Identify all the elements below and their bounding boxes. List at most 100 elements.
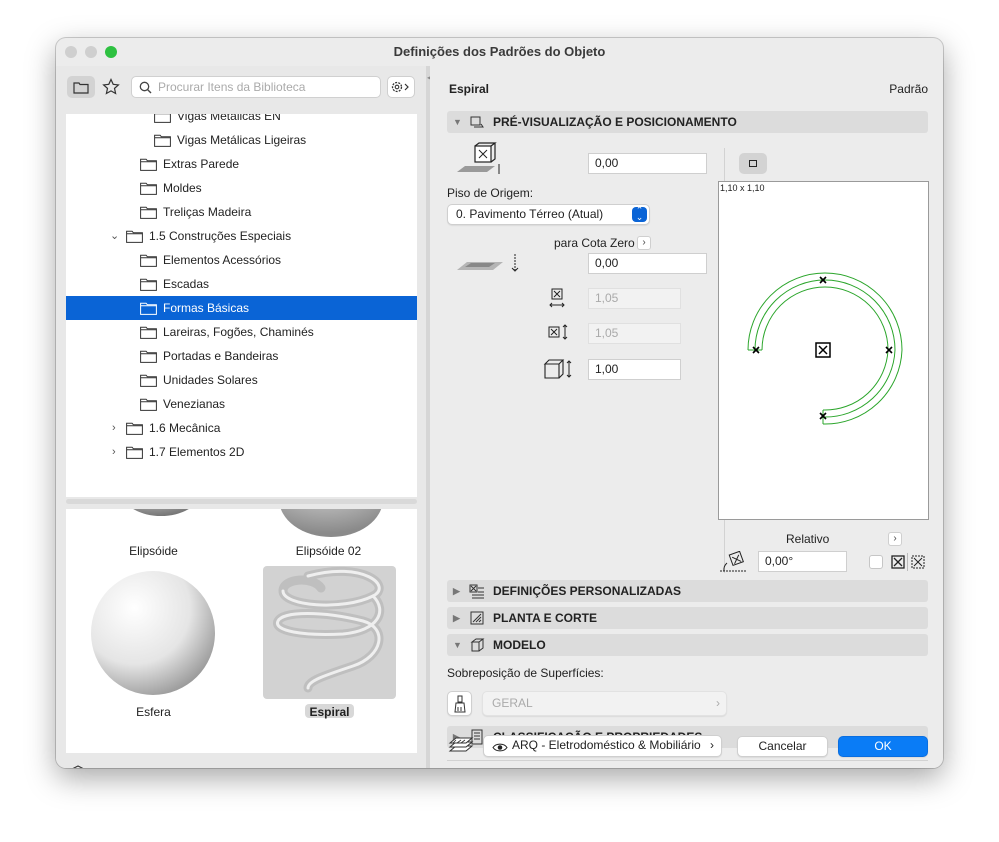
offset-field[interactable]: 0,00: [588, 253, 707, 274]
horizontal-scrollbar[interactable]: [66, 499, 417, 504]
rotation-angle-icon: [720, 551, 746, 572]
folder-icon: [140, 254, 157, 267]
elevation-icon: [457, 142, 500, 174]
elevation-field[interactable]: 0,00: [588, 153, 707, 174]
chevron-down-icon[interactable]: ⌄: [110, 224, 119, 248]
folder-icon: [126, 422, 143, 435]
tree-item[interactable]: Vigas Metálicas EN: [66, 114, 417, 128]
tree-item[interactable]: Portadas e Bandeiras: [66, 344, 417, 368]
chevron-right-icon: ›: [710, 738, 714, 752]
section-plan-header[interactable]: ▶ PLANTA E CORTE: [447, 607, 928, 629]
chevron-right-icon[interactable]: ›: [112, 416, 116, 440]
spiral-thumbnail-selected[interactable]: [263, 566, 396, 699]
plan-view-button[interactable]: [739, 153, 767, 174]
triangle-down-icon: ▼: [453, 640, 462, 650]
surface-override-label: Sobreposição de Superfícies:: [447, 666, 604, 680]
layers-icon: [448, 737, 474, 752]
ellipsoid-02-thumbnail[interactable]: [276, 509, 386, 539]
tree-item[interactable]: Escadas: [66, 272, 417, 296]
folder-icon: [140, 182, 157, 195]
gear-icon: [391, 81, 409, 93]
chevron-right-icon[interactable]: ›: [637, 236, 651, 250]
window-title: Definições dos Padrões do Objeto: [393, 44, 606, 59]
tree-item-selected[interactable]: Formas Básicas: [66, 296, 417, 320]
mirror-checkbox[interactable]: [869, 555, 883, 569]
tree-item[interactable]: Treliças Madeira: [66, 200, 417, 224]
triangle-down-icon: ▼: [453, 117, 462, 127]
tree-item[interactable]: Elementos Acessórios: [66, 248, 417, 272]
thumbnail-label-selected: Espiral: [309, 705, 350, 719]
eye-icon: [492, 740, 508, 759]
tree-item[interactable]: Extras Parede: [66, 152, 417, 176]
folder-icon: [140, 278, 157, 291]
custom-settings-icon: [469, 584, 484, 599]
tree-item[interactable]: Vigas Metálicas Ligeiras: [66, 128, 417, 152]
offset-icon: [457, 254, 519, 272]
sphere-thumbnail[interactable]: [89, 569, 217, 697]
separator: [907, 553, 908, 571]
square-icon: [749, 160, 757, 167]
library-manager-button[interactable]: [66, 762, 92, 768]
width-field[interactable]: 1,05: [588, 288, 681, 309]
tree-item[interactable]: Venezianas: [66, 392, 417, 416]
select-arrows-icon: ⌃ ⌄: [632, 206, 647, 222]
search-icon: [139, 81, 152, 94]
separator: [447, 760, 928, 761]
cancel-button[interactable]: Cancelar: [737, 736, 828, 757]
panel-splitter[interactable]: [66, 497, 417, 509]
folder-icon: [154, 114, 171, 123]
folder-view-button[interactable]: [67, 76, 95, 98]
folder-icon: [140, 302, 157, 315]
ellipsoid-thumbnail[interactable]: [121, 509, 201, 519]
tree-item[interactable]: Lareiras, Fogões, Chaminés: [66, 320, 417, 344]
model-icon: [470, 638, 485, 652]
plan-section-icon: [470, 611, 484, 625]
library-search-input[interactable]: Procurar Itens da Biblioteca: [131, 76, 381, 98]
chevron-right-icon[interactable]: ›: [112, 440, 116, 464]
chevron-right-icon[interactable]: ›: [888, 532, 902, 546]
tree-item[interactable]: Moldes: [66, 176, 417, 200]
anchor-center-icon[interactable]: [891, 555, 905, 569]
section-preview-header[interactable]: ▼ PRÉ-VISUALIZAÇÃO E POSICIONAMENTO: [447, 111, 928, 133]
folder-icon: [140, 398, 157, 411]
folder-icon: [126, 446, 143, 459]
section-model-header[interactable]: ▼ MODELO: [447, 634, 928, 656]
anchor-mirror-icon[interactable]: [911, 555, 925, 569]
surface-select[interactable]: GERAL ›: [482, 691, 727, 716]
surface-paint-button[interactable]: [447, 691, 472, 716]
paint-brush-icon: [453, 695, 466, 713]
folder-icon: [154, 134, 171, 147]
favorites-button[interactable]: [97, 76, 125, 98]
origin-floor-select[interactable]: 0. Pavimento Térreo (Atual) ⌃ ⌄: [447, 204, 650, 225]
rotation-angle-field[interactable]: 0,00°: [758, 551, 847, 572]
folder-icon: [73, 81, 89, 94]
folder-icon: [140, 374, 157, 387]
library-settings-button[interactable]: [387, 76, 415, 98]
origin-floor-label: Piso de Origem:: [447, 186, 534, 200]
depth-icon: [548, 324, 568, 340]
zero-level-link[interactable]: para Cota Zero: [554, 236, 635, 250]
depth-field[interactable]: 1,05: [588, 323, 681, 344]
object-name: Espiral: [449, 82, 490, 96]
section-custom-header[interactable]: ▶ DEFINIÇÕES PERSONALIZADAS: [447, 580, 928, 602]
tree-item-collapsed[interactable]: › 1.7 Elementos 2D: [66, 440, 417, 464]
thumbnail-label: Esfera: [136, 705, 171, 719]
thumbnail-label: Elipsóide: [129, 544, 178, 558]
tree-item-collapsed[interactable]: › 1.6 Mecânica: [66, 416, 417, 440]
zoom-window-button[interactable]: [105, 46, 117, 58]
folder-icon: [140, 326, 157, 339]
close-window-button[interactable]: [65, 46, 77, 58]
ok-button[interactable]: OK: [838, 736, 928, 757]
star-icon: [102, 78, 120, 95]
relative-label: Relativo: [786, 532, 830, 546]
minimize-window-button[interactable]: [85, 46, 97, 58]
mode-label: Padrão: [889, 82, 928, 96]
height-field[interactable]: 1,00: [588, 359, 681, 380]
folder-icon: [126, 230, 143, 243]
object-preview: 1,10 x 1,10: [718, 181, 929, 520]
tree-item-expanded[interactable]: ⌄ 1.5 Construções Especiais: [66, 224, 417, 248]
folder-icon: [140, 206, 157, 219]
preview-section-icon: [470, 116, 484, 128]
layer-select[interactable]: ARQ - Eletrodoméstico & Mobiliário ›: [483, 735, 722, 757]
tree-item[interactable]: Unidades Solares: [66, 368, 417, 392]
